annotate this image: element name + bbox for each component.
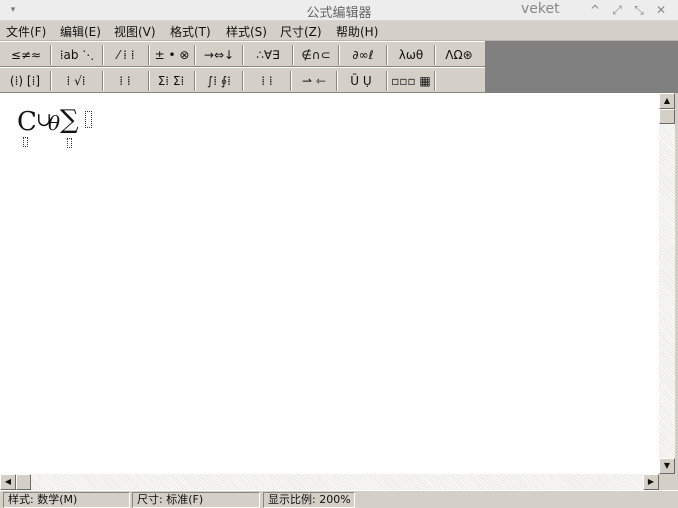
toolbar-separator (386, 45, 388, 65)
menu-size[interactable]: 尺寸(Z) (280, 23, 322, 40)
matrices-palette-button[interactable]: ▫▫▫ ▦ (390, 71, 432, 91)
horizontal-scroll-thumb[interactable] (16, 474, 31, 490)
toolbar-separator (102, 71, 104, 91)
greek-lower-palette-button[interactable]: λωθ (390, 45, 432, 65)
toolbar-separator (50, 45, 52, 65)
summand-placeholder-slot[interactable] (85, 111, 92, 128)
menu-format[interactable]: 格式(T) (170, 23, 211, 40)
status-zoom: 显示比例: 200% (263, 492, 355, 508)
horizontal-scrollbar[interactable]: ◀ ▶ (0, 474, 659, 490)
toolbar-area: ≤≠≈ ⁞ab ⋱ ⁄ ⁞ ⁞ ± • ⊗ →⇔↓ ∴∀∃ ∉∩⊂ ∂∞ℓ λω… (0, 41, 678, 93)
scroll-up-arrow-icon[interactable]: ▲ (659, 93, 675, 109)
toolbar-separator (148, 45, 150, 65)
fractions-radicals-palette-button[interactable]: ⁞ √⁞ (54, 71, 98, 91)
vertical-scroll-thumb[interactable] (659, 109, 675, 124)
menu-edit[interactable]: 编辑(E) (60, 23, 101, 40)
toolbar-separator (242, 45, 244, 65)
status-bar: 样式: 数学(M) 尺寸: 标准(F) 显示比例: 200% (0, 490, 678, 508)
user-label: veket (521, 1, 560, 17)
status-style: 样式: 数学(M) (3, 492, 130, 508)
toolbar-separator (102, 45, 104, 65)
restore-icon[interactable]: ⤡ (631, 2, 647, 18)
toolbar-separator (336, 71, 338, 91)
scripts-palette-button[interactable]: ⁞ ⁞ (106, 71, 144, 91)
maximize-icon[interactable]: ⤢ (609, 2, 625, 18)
symbol-toolbar: ≤≠≈ ⁞ab ⋱ ⁄ ⁞ ⁞ ± • ⊗ →⇔↓ ∴∀∃ ∉∩⊂ ∂∞ℓ λω… (0, 41, 485, 67)
scroll-right-arrow-icon[interactable]: ▶ (643, 474, 659, 490)
toolbar-separator (194, 71, 196, 91)
set-theory-palette-button[interactable]: ∉∩⊂ (296, 45, 336, 65)
spaces-ellipses-palette-button[interactable]: ⁞ab ⋱ (54, 45, 100, 65)
scroll-down-arrow-icon[interactable]: ▼ (659, 458, 675, 474)
vertical-scrollbar[interactable]: ▲ ▼ (659, 93, 675, 474)
toolbar-separator (292, 45, 294, 65)
toolbar-separator (434, 71, 436, 91)
toolbar-separator (386, 71, 388, 91)
lower-limit-placeholder-slot[interactable] (67, 138, 72, 148)
toolbar-separator (290, 71, 292, 91)
formula-theta[interactable]: θ (48, 113, 60, 133)
products-palette-button[interactable]: Ū Ụ (340, 71, 382, 91)
menu-file[interactable]: 文件(F) (6, 23, 46, 40)
menu-view[interactable]: 视图(V) (114, 23, 156, 40)
subscript-placeholder-slot[interactable] (23, 137, 28, 147)
embellishments-palette-button[interactable]: ⁄ ⁞ ⁞ (106, 45, 146, 65)
logic-palette-button[interactable]: ∴∀∃ (246, 45, 290, 65)
close-icon[interactable]: ✕ (653, 2, 669, 18)
arrows-palette-button[interactable]: →⇔↓ (198, 45, 240, 65)
toolbar-separator (50, 71, 52, 91)
menu-bar: 文件(F) 编辑(E) 视图(V) 格式(T) 样式(S) 尺寸(Z) 帮助(H… (0, 21, 678, 41)
menu-style[interactable]: 样式(S) (226, 23, 267, 40)
greek-upper-palette-button[interactable]: ΛΩ⊛ (438, 45, 480, 65)
toolbar-separator (194, 45, 196, 65)
integrals-palette-button[interactable]: ∫⁞ ∮⁞ (198, 71, 240, 91)
minimize-icon[interactable]: ^ (587, 2, 603, 18)
operators-palette-button[interactable]: ± • ⊗ (152, 45, 192, 65)
scrollbar-corner (659, 474, 678, 490)
formula-editing-area[interactable]: C ∪ θ ∑ (0, 93, 659, 474)
title-bar: ▾ 公式编辑器 veket ^ ⤢ ⤡ ✕ (0, 0, 678, 21)
fences-palette-button[interactable]: (⁞) [⁞] (4, 71, 46, 91)
menu-help[interactable]: 帮助(H) (336, 23, 378, 40)
toolbar-separator (434, 45, 436, 65)
underbars-overbars-palette-button[interactable]: ⁞ ⁞ (246, 71, 288, 91)
template-toolbar: (⁞) [⁞] ⁞ √⁞ ⁞ ⁞ Σ⁞ Σ⁞ ∫⁞ ∮⁞ ⁞ ⁞ ⇀ ⇽ Ū Ụ… (0, 67, 485, 93)
toolbar-separator (242, 71, 244, 91)
formula-summation[interactable]: ∑ (60, 107, 79, 133)
labeled-arrows-palette-button[interactable]: ⇀ ⇽ (294, 71, 334, 91)
scroll-left-arrow-icon[interactable]: ◀ (0, 474, 16, 490)
summations-palette-button[interactable]: Σ⁞ Σ⁞ (150, 71, 192, 91)
toolbar-separator (338, 45, 340, 65)
misc-symbols-palette-button[interactable]: ∂∞ℓ (342, 45, 384, 65)
status-size: 尺寸: 标准(F) (132, 492, 260, 508)
relations-palette-button[interactable]: ≤≠≈ (4, 45, 48, 65)
window-title: 公式编辑器 (306, 6, 372, 21)
formula-big-c[interactable]: C (17, 109, 37, 135)
